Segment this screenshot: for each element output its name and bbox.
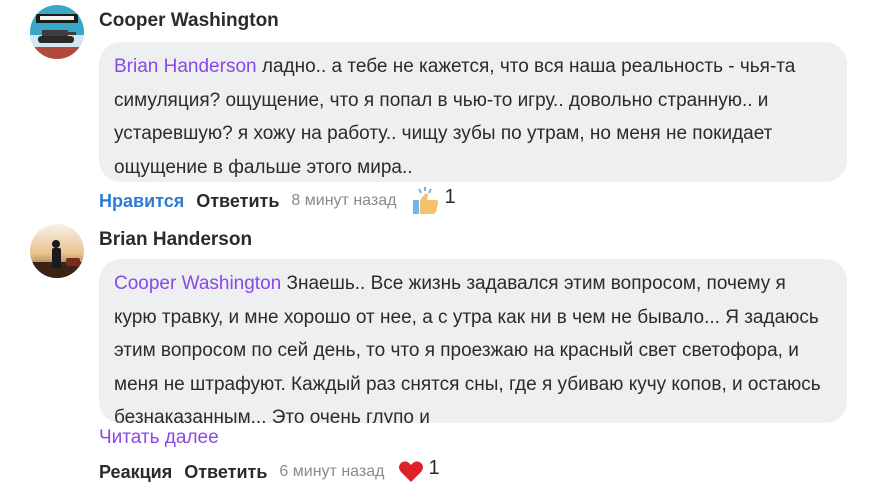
comment-actions: Нравится Ответить 8 минут назад 1	[99, 186, 456, 216]
comment-author[interactable]: Cooper Washington	[99, 10, 279, 32]
heart-icon[interactable]	[398, 460, 424, 484]
avatar-cooper-washington[interactable]	[30, 5, 84, 59]
timestamp: 6 минут назад	[279, 463, 385, 480]
thumbs-up-sparkle-icon[interactable]	[410, 186, 440, 216]
reaction-button[interactable]: Реакция	[99, 462, 172, 483]
mention-link[interactable]: Brian Handerson	[114, 56, 257, 77]
avatar-brian-handerson[interactable]	[30, 224, 84, 278]
reply-button[interactable]: Ответить	[184, 462, 267, 483]
comment-actions: Реакция Ответить 6 минут назад 1	[99, 456, 440, 484]
comment-bubble: Cooper Washington Знаешь.. Все жизнь зад…	[99, 259, 847, 423]
reply-button[interactable]: Ответить	[196, 191, 279, 212]
reaction-count: 1	[428, 456, 440, 479]
read-more-link[interactable]: Читать далее	[99, 427, 219, 449]
comment-bubble: Brian Handerson ладно.. а тебе не кажетс…	[99, 42, 847, 182]
comment-text: Знаешь.. Все жизнь задавался этим вопрос…	[114, 273, 821, 423]
comment-author[interactable]: Brian Handerson	[99, 229, 252, 251]
like-button[interactable]: Нравится	[99, 191, 184, 212]
reaction-count: 1	[444, 185, 456, 208]
timestamp: 8 минут назад	[291, 192, 397, 209]
mention-link[interactable]: Cooper Washington	[114, 273, 281, 294]
